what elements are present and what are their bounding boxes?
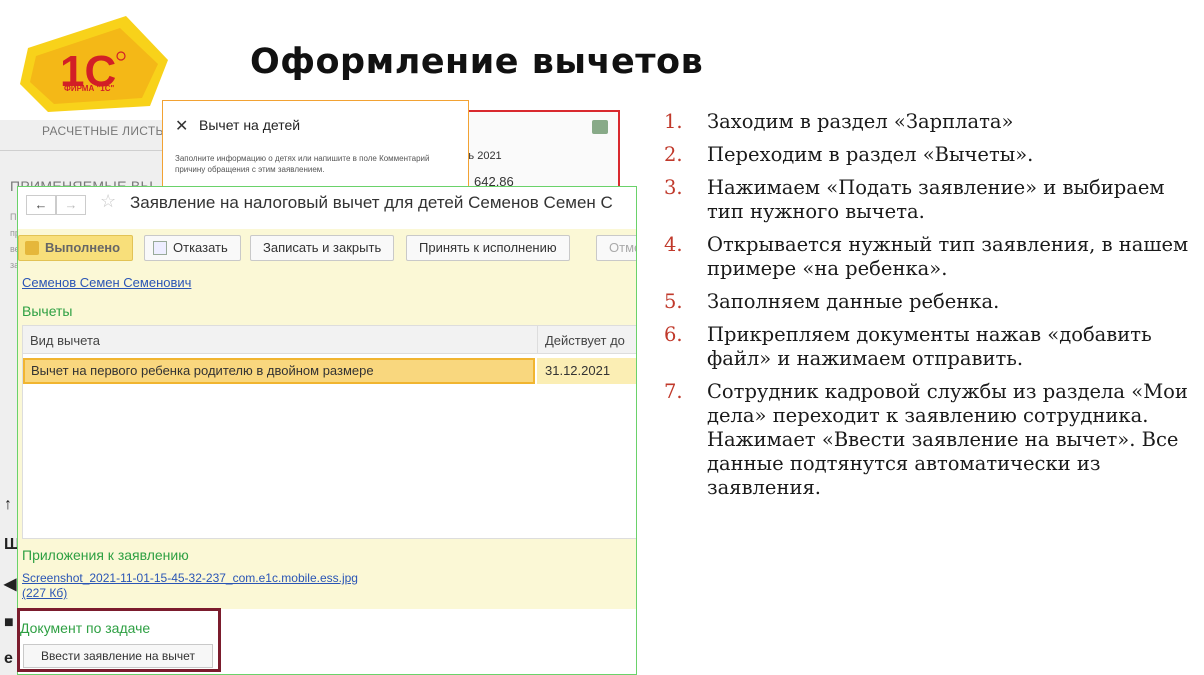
child-deduction-dialog: ✕ Вычет на детей Заполните информацию о … [162, 100, 469, 190]
tab-payslips[interactable]: РАСЧЕТНЫЕ ЛИСТЫ [42, 124, 166, 138]
employee-link[interactable]: Семенов Семен Семенович [22, 275, 191, 290]
attachments-label: Приложения к заявлению [22, 547, 189, 563]
slide-title: Оформление вычетов [250, 42, 704, 82]
task-document-label: Документ по задаче [20, 620, 151, 636]
back-arrow-icon[interactable]: ← [26, 195, 56, 215]
logo-caption: ФИРМА "1С" [64, 84, 115, 93]
enter-deduction-application-button[interactable]: Ввести заявление на вычет [23, 644, 213, 668]
column-header-valid-until[interactable]: Действует до [545, 333, 625, 348]
form-title: Заявление на налоговый вычет для детей С… [130, 193, 613, 212]
step-text: Заходим в раздел «Зарплата» [707, 110, 1014, 133]
step-number: 1. [664, 110, 683, 133]
step-number: 7. [664, 380, 683, 403]
instruction-steps: 1. Заходим в раздел «Зарплата» 2. Переходи… [664, 110, 1204, 509]
step-number: 4. [664, 233, 683, 256]
step-number: 6. [664, 323, 683, 346]
wallet-icon [592, 120, 608, 134]
refuse-label: Отказать [173, 240, 228, 255]
forward-arrow-icon[interactable]: → [56, 195, 86, 215]
step-text: Заполняем данные ребенка. [707, 290, 1000, 313]
deductions-section-label: Вычеты [22, 303, 73, 319]
cell-deduction-kind[interactable]: Вычет на первого ребенка родителю в двой… [23, 358, 535, 384]
close-icon[interactable]: ✕ [175, 116, 188, 136]
column-divider [537, 326, 538, 354]
deduction-application-form: ← → ☆ Заявление на налоговый вычет для д… [17, 186, 637, 675]
refuse-button[interactable]: Отказать [144, 235, 241, 261]
dialog-hint: Заполните информацию о детях или напишит… [175, 154, 430, 174]
list-item: 1. Заходим в раздел «Зарплата» [664, 110, 1204, 134]
attachments-section: Приложения к заявлению Screenshot_2021-1… [18, 539, 636, 609]
edge-icon[interactable]: e [4, 650, 13, 668]
list-item: 7. Сотрудник кадровой службы из раздела «… [664, 380, 1204, 500]
list-item: 2. Переходим в раздел «Вычеты». [664, 143, 1204, 167]
attachment-file-link[interactable]: Screenshot_2021-11-01-15-45-32-237_com.e… [22, 571, 358, 585]
task-document-frame: Документ по задаче Ввести заявление на в… [17, 608, 221, 672]
table-row[interactable]: Вычет на первого ребенка родителю в двой… [23, 358, 636, 384]
accept-button[interactable]: Принять к исполнению [406, 235, 570, 261]
step-number: 5. [664, 290, 683, 313]
step-number: 2. [664, 143, 683, 166]
done-button[interactable]: Выполнено [18, 235, 134, 261]
cancel-button[interactable]: Отмен [596, 235, 636, 261]
home-icon[interactable]: ↑ [4, 496, 12, 514]
done-icon [25, 241, 39, 255]
list-item: 4. Открывается нужный тип заявления, в на… [664, 233, 1204, 281]
form-titlebar: ← → ☆ Заявление на налоговый вычет для д… [18, 187, 636, 223]
firm-1c-logo: 1C [8, 8, 178, 118]
folder-icon[interactable]: ■ [4, 614, 14, 632]
cell-valid-until[interactable]: 31.12.2021 [537, 358, 636, 384]
step-text: Открывается нужный тип заявления, в наше… [707, 233, 1189, 280]
list-item: 3. Нажимаем «Подать заявление» и выбираем… [664, 176, 1204, 224]
step-text: Прикрепляем документы нажав «добавить фа… [707, 323, 1152, 370]
step-text: Переходим в раздел «Вычеты». [707, 143, 1034, 166]
deductions-table: Вид вычета Действует до Вычет на первого… [22, 325, 636, 539]
column-header-kind[interactable]: Вид вычета [30, 333, 100, 348]
step-number: 3. [664, 176, 683, 199]
form-body: Семенов Семен Семенович Вычеты Вид вычет… [18, 269, 636, 539]
text-fragment: П [10, 212, 17, 222]
step-text: Сотрудник кадровой службы из раздела «Мо… [707, 380, 1188, 499]
table-header: Вид вычета Действует до [23, 326, 636, 354]
list-item: 6. Прикрепляем документы нажав «добавить … [664, 323, 1204, 371]
dialog-title: Вычет на детей [199, 117, 301, 133]
done-label: Выполнено [45, 240, 121, 255]
step-text: Нажимаем «Подать заявление» и выбираем т… [707, 176, 1165, 223]
back-arrow-icon[interactable]: ◀ [4, 574, 16, 594]
document-icon [153, 241, 167, 255]
star-icon[interactable]: ☆ [100, 191, 116, 212]
form-toolbar: Выполнено Отказать Записать и закрыть Пр… [18, 229, 636, 269]
save-and-close-button[interactable]: Записать и закрыть [250, 235, 395, 261]
attachment-size-link[interactable]: (227 Кб) [22, 586, 67, 600]
list-item: 5. Заполняем данные ребенка. [664, 290, 1204, 314]
